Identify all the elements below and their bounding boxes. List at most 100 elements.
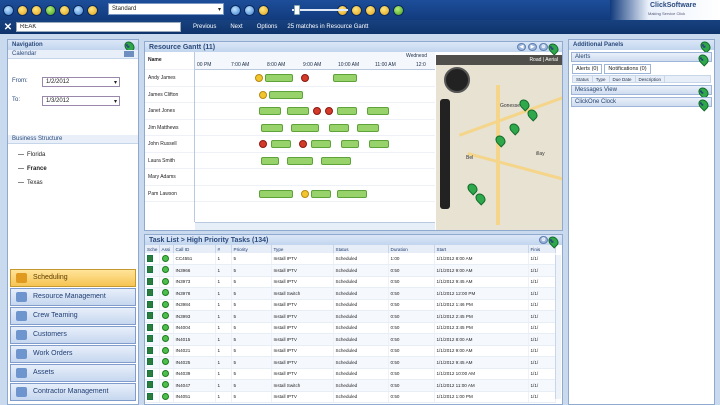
task-list-scrollbar[interactable] bbox=[555, 255, 561, 399]
zoom-out-icon[interactable] bbox=[244, 4, 255, 16]
calendar-icon[interactable] bbox=[124, 51, 134, 57]
table-row[interactable]: IN3973 1 5 Install IPTV Scheduled 0:50 1/1/201… bbox=[145, 276, 556, 288]
travel-marker[interactable] bbox=[255, 74, 263, 82]
calendar-icon[interactable] bbox=[45, 4, 56, 16]
column-header[interactable]: Assi bbox=[159, 245, 174, 253]
alert-marker[interactable] bbox=[301, 74, 309, 82]
resource-row-label[interactable]: John Russell bbox=[145, 136, 194, 153]
task-bar[interactable] bbox=[357, 123, 379, 132]
alerts-section-header[interactable]: Alerts ⬍ bbox=[571, 52, 712, 67]
forward-icon[interactable]: ▶ bbox=[528, 43, 537, 51]
clickone-clock-header[interactable]: ClickOne Clock ⬍ bbox=[571, 97, 712, 112]
next-button[interactable]: Next bbox=[230, 24, 242, 30]
view-select[interactable]: Standard ▾ bbox=[108, 3, 224, 15]
nav-scheduling[interactable]: Scheduling bbox=[10, 269, 136, 287]
task-bar[interactable] bbox=[259, 189, 293, 198]
aerial-tab[interactable]: Aerial bbox=[545, 57, 558, 63]
refresh-icon[interactable] bbox=[17, 4, 28, 16]
home-icon[interactable] bbox=[3, 4, 14, 16]
tab-alerts[interactable]: Alerts (0) bbox=[572, 64, 603, 74]
alert-col-type[interactable]: Type bbox=[593, 76, 610, 82]
folder-icon[interactable] bbox=[31, 4, 42, 16]
table-row[interactable]: IN4039 1 5 Install IPTV Scheduled 0:50 1/1/201… bbox=[145, 368, 556, 380]
previous-button[interactable]: Previous bbox=[193, 24, 216, 30]
globe-icon[interactable] bbox=[73, 4, 84, 16]
column-header[interactable]: Status bbox=[333, 245, 389, 253]
alert-marker[interactable] bbox=[325, 107, 333, 115]
resource-row-label[interactable]: Jim Matthews bbox=[145, 120, 194, 136]
task-bar[interactable] bbox=[287, 107, 309, 115]
table-row[interactable]: IN4015 1 5 Install IPTV Scheduled 0:50 1/1/201… bbox=[145, 333, 556, 346]
map-zoom-control[interactable] bbox=[440, 99, 450, 209]
map-pin-icon[interactable] bbox=[473, 191, 488, 206]
task-bar[interactable] bbox=[329, 123, 349, 132]
resource-row-label[interactable]: Pam Lawson bbox=[145, 186, 194, 202]
nav-contractor-management[interactable]: Contractor Management bbox=[10, 383, 136, 401]
save-icon[interactable] bbox=[87, 4, 98, 16]
tree-item-france[interactable]: France bbox=[18, 166, 47, 172]
alert-marker[interactable] bbox=[259, 140, 267, 148]
task-bar[interactable] bbox=[367, 107, 389, 115]
table-row[interactable]: IN3966 1 5 Install IPTV Scheduled 0:50 1/1/201… bbox=[145, 264, 556, 277]
task-bar[interactable] bbox=[271, 140, 291, 148]
column-header[interactable]: Type bbox=[271, 245, 334, 253]
close-icon[interactable]: ✕ bbox=[0, 22, 16, 33]
alert-col-due-date[interactable]: Due Date bbox=[610, 76, 636, 82]
filter-icon[interactable] bbox=[59, 4, 70, 16]
layout-icon[interactable] bbox=[258, 4, 269, 16]
zoom-in-icon[interactable] bbox=[230, 4, 241, 16]
resource-row-label[interactable]: Andy James bbox=[145, 70, 194, 87]
alert-col-description[interactable]: Description bbox=[636, 76, 666, 82]
slider-knob[interactable] bbox=[294, 5, 300, 15]
tree-item-texas[interactable]: Texas bbox=[18, 180, 43, 186]
gantt-horizontal-scrollbar[interactable] bbox=[195, 222, 435, 230]
task-bar[interactable] bbox=[265, 74, 293, 82]
lock-icon[interactable] bbox=[379, 4, 390, 16]
table-row[interactable]: IN3984 1 5 Install IPTV Scheduled 0:50 1/1/201… bbox=[145, 299, 556, 311]
task-bar[interactable] bbox=[311, 189, 331, 198]
road-tab[interactable]: Road bbox=[529, 57, 541, 63]
table-row[interactable]: IN4025 1 5 Install IPTV Scheduled 0:50 1/1/201… bbox=[145, 356, 556, 369]
column-header[interactable]: # bbox=[215, 245, 232, 253]
settings-icon[interactable]: ⚙ bbox=[539, 236, 548, 244]
resource-row-label[interactable]: Mary Adams bbox=[145, 169, 194, 186]
task-bar[interactable] bbox=[261, 123, 283, 132]
alert-col-status[interactable]: Status bbox=[573, 76, 593, 82]
back-icon[interactable]: ◀ bbox=[517, 43, 526, 51]
task-bar[interactable] bbox=[337, 107, 357, 115]
pin-icon[interactable]: ⬍ bbox=[696, 97, 711, 112]
table-row[interactable]: IN4047 1 5 Install Switch Scheduled 0:50 1/1/2… bbox=[145, 379, 556, 392]
task-bar[interactable] bbox=[333, 74, 357, 82]
resource-row-label[interactable]: James Clifton bbox=[145, 87, 194, 103]
pin-icon[interactable]: ⬍ bbox=[546, 41, 561, 56]
table-row[interactable]: IN4021 1 5 Install IPTV Scheduled 0:50 1/1/201… bbox=[145, 345, 556, 357]
table-row[interactable]: IN4051 1 5 Install IPTV Scheduled 0:50 1/1/201… bbox=[145, 391, 556, 403]
task-bar[interactable] bbox=[287, 156, 313, 165]
task-bar[interactable] bbox=[321, 156, 351, 165]
map-view[interactable]: Road | Aerial Gonesse Bel illay bbox=[436, 55, 562, 230]
column-header[interactable]: Call ID bbox=[173, 245, 216, 253]
nav-assets[interactable]: Assets bbox=[10, 364, 136, 382]
table-row[interactable]: CC4551 1 5 Install IPTV Scheduled 1:00 1/1/201… bbox=[145, 253, 556, 265]
task-bar[interactable] bbox=[311, 140, 331, 148]
table-row[interactable]: IN4004 1 5 Install IPTV Scheduled 0:50 1/1/201… bbox=[145, 322, 556, 334]
task-bar[interactable] bbox=[337, 189, 367, 198]
tab-notifications[interactable]: Notifications (0) bbox=[604, 64, 651, 74]
alert-icon[interactable] bbox=[351, 4, 362, 16]
column-header[interactable]: Duration bbox=[388, 245, 435, 253]
alert-marker[interactable] bbox=[299, 140, 307, 148]
task-bar[interactable] bbox=[269, 90, 303, 99]
search-input[interactable] bbox=[16, 22, 181, 32]
travel-marker[interactable] bbox=[301, 189, 309, 198]
nav-work-orders[interactable]: Work Orders bbox=[10, 345, 136, 363]
task-bar[interactable] bbox=[341, 140, 359, 148]
settings-icon[interactable] bbox=[393, 4, 404, 16]
nav-resource-management[interactable]: Resource Management bbox=[10, 288, 136, 306]
column-header[interactable]: Sche bbox=[145, 245, 160, 253]
nav-customers[interactable]: Customers bbox=[10, 326, 136, 344]
from-date-field[interactable]: 1/2/2012 ▾ bbox=[42, 77, 120, 87]
task-bar[interactable] bbox=[261, 156, 279, 165]
alert-marker[interactable] bbox=[313, 107, 321, 115]
options-button[interactable]: Options bbox=[257, 24, 278, 30]
resource-row-label[interactable]: Laura Smith bbox=[145, 153, 194, 169]
